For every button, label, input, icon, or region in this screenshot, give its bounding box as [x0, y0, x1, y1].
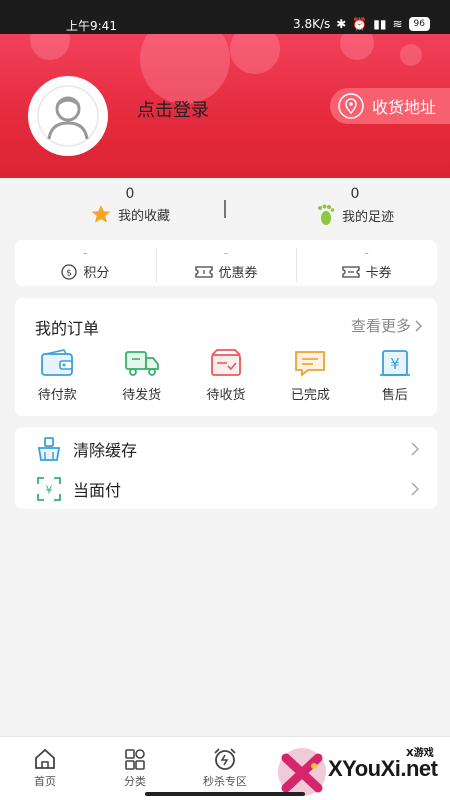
view-more-link[interactable]: 查看更多: [351, 315, 423, 336]
user-avatar-icon: [37, 85, 99, 147]
net-speed: 3.8K/s: [293, 17, 331, 31]
order-pending-shipment-label: 待发货: [122, 388, 162, 403]
clear-cache-row[interactable]: 清除缓存: [15, 429, 437, 469]
view-more-label: 查看更多: [350, 317, 411, 335]
broom-icon: [37, 437, 61, 461]
profile-header: 点击登录 收货地址: [0, 34, 450, 178]
card-coupon-item[interactable]: - 卡券: [296, 240, 437, 286]
chevron-right-icon: [411, 442, 419, 456]
status-bar: 上午9:41 3.8K/s ✱ ⏰ ▮▮ ≋ 96: [0, 0, 450, 34]
avatar[interactable]: [28, 76, 108, 156]
address-button-label: 收货地址: [372, 98, 437, 117]
bluetooth-icon: ✱: [336, 17, 347, 31]
order-after-sales[interactable]: ¥ 售后: [353, 348, 437, 403]
order-after-sales-label: 售后: [381, 388, 408, 403]
home-indicator: [145, 792, 305, 796]
coupon-value: -: [223, 246, 229, 260]
order-completed[interactable]: 已完成: [268, 348, 352, 403]
message-icon: [295, 351, 326, 377]
footprint-icon: [317, 204, 335, 225]
tab-category-label: 分类: [124, 775, 146, 788]
tab-home[interactable]: 首页: [0, 737, 90, 800]
chevron-right-icon: [415, 319, 423, 332]
orders-title: 我的订单: [35, 319, 100, 338]
footprint-label: 我的足迹: [341, 209, 394, 225]
login-link[interactable]: 点击登录: [137, 96, 209, 122]
star-icon: [91, 205, 111, 223]
points-label: 积分: [83, 266, 110, 281]
coupon-icon: [194, 265, 213, 278]
clear-cache-label: 清除缓存: [73, 441, 138, 460]
pay-in-person-label: 当面付: [73, 481, 122, 500]
watermark-name: XYouXi.net: [328, 756, 438, 781]
order-pending-payment[interactable]: 待付款: [15, 348, 99, 403]
watermark-logo-icon: [278, 748, 326, 796]
tab-flash-sale-label: 秒杀专区: [203, 775, 247, 788]
wifi-icon: ≋: [392, 17, 403, 31]
category-icon: [125, 749, 145, 770]
footprint-count: 0: [350, 186, 360, 202]
assets-card: - $ 积分 - 优惠券 - 卡券: [15, 240, 437, 286]
tools-card: 清除缓存 ¥ 当面付: [15, 427, 437, 509]
status-time: 上午9:41: [66, 19, 117, 33]
svg-text:¥: ¥: [46, 484, 53, 497]
order-completed-label: 已完成: [290, 388, 330, 403]
watermark-tag: X游戏: [406, 748, 434, 759]
order-pending-receipt[interactable]: 待收货: [184, 348, 268, 403]
card-coupon-label: 卡券: [365, 266, 392, 281]
coupon-label: 优惠券: [218, 266, 258, 281]
order-pending-payment-label: 待付款: [37, 388, 77, 403]
scan-pay-icon: ¥: [37, 477, 61, 501]
order-pending-shipment[interactable]: 待发货: [99, 348, 183, 403]
svg-text:$: $: [66, 268, 72, 278]
tab-home-label: 首页: [34, 775, 56, 788]
points-value: -: [83, 246, 88, 260]
package-icon: [211, 349, 241, 376]
watermark: XYouXi.net X游戏: [274, 738, 450, 800]
footprint-stat[interactable]: 0 我的足迹: [275, 186, 435, 226]
card-coupon-icon: [342, 265, 360, 278]
order-pending-receipt-label: 待收货: [206, 388, 246, 403]
tab-category[interactable]: 分类: [90, 737, 180, 800]
location-pin-icon: [338, 93, 364, 119]
points-item[interactable]: - $ 积分: [15, 240, 156, 286]
wallet-icon: [41, 349, 74, 376]
coupon-item[interactable]: - 优惠券: [155, 240, 297, 286]
card-coupon-value: -: [364, 246, 369, 260]
alarm-status-icon: ⏰: [352, 17, 368, 31]
yen-icon: ¥: [379, 350, 410, 376]
points-icon: $: [61, 263, 77, 280]
stats-divider: [224, 200, 226, 218]
orders-card: 我的订单 查看更多 待付款 待发货 待收货 已完成 ¥ 售后: [15, 298, 437, 416]
favorites-count: 0: [125, 186, 135, 202]
battery-icon: 96: [408, 17, 430, 31]
truck-icon: [124, 351, 159, 376]
pay-in-person-row[interactable]: ¥ 当面付: [15, 469, 437, 509]
tab-flash-sale[interactable]: 秒杀专区: [180, 737, 270, 800]
home-icon: [35, 748, 55, 769]
chevron-right-icon: [411, 482, 419, 496]
address-button[interactable]: 收货地址: [330, 88, 450, 124]
favorites-stat[interactable]: 0 我的收藏: [50, 186, 210, 224]
signal-icon: ▮▮: [373, 17, 387, 31]
svg-text:¥: ¥: [390, 355, 400, 373]
alarm-icon: [214, 748, 236, 770]
favorites-label: 我的收藏: [117, 208, 170, 224]
